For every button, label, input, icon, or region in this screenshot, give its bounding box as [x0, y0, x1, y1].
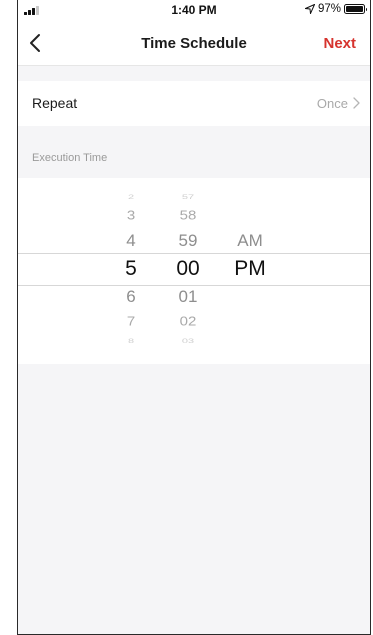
hour-option[interactable]: 5: [111, 257, 151, 281]
hour-option[interactable]: 6: [111, 287, 151, 307]
minute-option[interactable]: 01: [168, 287, 208, 307]
repeat-row[interactable]: Repeat Once: [18, 81, 370, 126]
time-picker: 2 3 4 5 6 7 8 57 58 59 00 01 02 03 AM PM: [18, 178, 370, 364]
minute-option[interactable]: 58: [168, 208, 208, 223]
phone-screen: 1:40 PM 97% Time Schedule Next Repeat On…: [17, 0, 371, 635]
next-button[interactable]: Next: [323, 35, 356, 52]
status-bar: 1:40 PM 97%: [18, 0, 370, 20]
hour-option[interactable]: 8: [111, 337, 151, 344]
hour-option[interactable]: 4: [111, 231, 151, 251]
selection-top-line: [18, 253, 370, 254]
chevron-right-icon: [353, 97, 360, 109]
minute-option[interactable]: 59: [168, 231, 208, 251]
repeat-label: Repeat: [32, 95, 78, 111]
repeat-value: Once: [316, 96, 348, 111]
ampm-option[interactable]: AM: [227, 231, 273, 251]
minute-option[interactable]: 57: [168, 193, 208, 200]
execution-time-label: Execution Time: [32, 152, 108, 164]
ampm-option[interactable]: PM: [227, 257, 273, 281]
minute-option[interactable]: 00: [168, 257, 208, 281]
hour-option[interactable]: 3: [111, 208, 151, 223]
location-arrow-icon: [304, 4, 315, 14]
battery-percent: 97%: [317, 3, 341, 15]
minute-option[interactable]: 03: [168, 337, 208, 344]
hour-option[interactable]: 7: [111, 314, 151, 329]
hour-option[interactable]: 2: [111, 193, 151, 200]
navigation-bar: Time Schedule Next: [18, 20, 370, 66]
minute-option[interactable]: 02: [168, 314, 208, 329]
page-title: Time Schedule: [141, 35, 247, 52]
battery-icon: [344, 4, 367, 14]
selection-bottom-line: [18, 285, 370, 286]
